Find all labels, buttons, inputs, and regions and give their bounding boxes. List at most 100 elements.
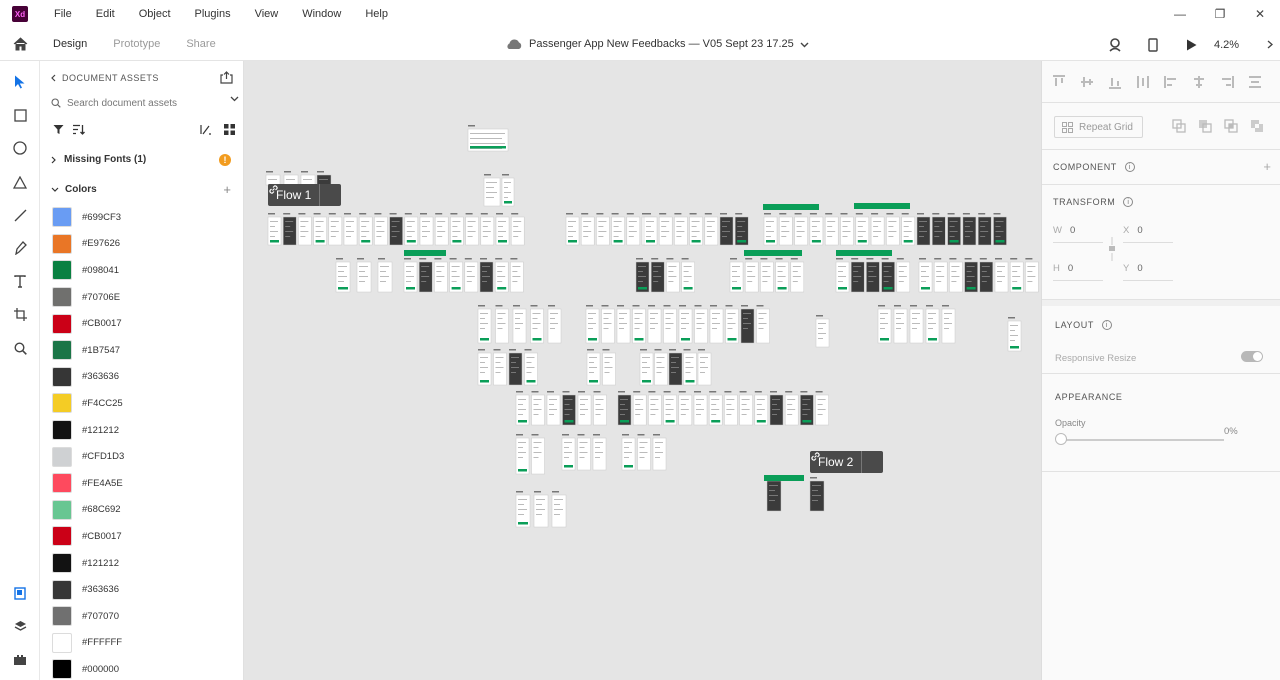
subtract-boolean-icon[interactable] xyxy=(1198,119,1212,133)
artboard-thumbnail[interactable] xyxy=(683,349,697,386)
distribute-vertical-icon[interactable] xyxy=(1136,75,1150,89)
artboard-thumbnail[interactable] xyxy=(515,391,530,426)
menu-plugins[interactable]: Plugins xyxy=(183,0,243,28)
artboard-thumbnail[interactable] xyxy=(933,258,948,293)
artboard-thumbnail[interactable] xyxy=(740,305,755,344)
link-icon[interactable] xyxy=(269,184,341,206)
grid-view-icon[interactable] xyxy=(224,124,235,135)
close-button[interactable]: ✕ xyxy=(1240,0,1280,28)
artboard-thumbnail[interactable] xyxy=(616,305,631,344)
artboard-thumbnail[interactable] xyxy=(652,434,667,471)
color-swatch-row[interactable]: #121212 xyxy=(52,550,237,577)
filter-icon[interactable] xyxy=(53,124,64,135)
zoom-tool[interactable] xyxy=(0,336,40,360)
artboard-thumbnail[interactable] xyxy=(592,434,607,471)
artboard-thumbnail[interactable] xyxy=(647,305,662,344)
artboard-thumbnail[interactable] xyxy=(678,391,693,426)
artboard-thumbnail[interactable] xyxy=(434,213,449,246)
artboard-thumbnail[interactable] xyxy=(593,391,607,426)
align-center-icon[interactable] xyxy=(1192,75,1206,89)
exclude-boolean-icon[interactable] xyxy=(1250,119,1264,133)
zoom-level[interactable]: 4.2% xyxy=(1210,39,1260,51)
color-swatch[interactable] xyxy=(52,207,72,228)
artboard-thumbnail[interactable] xyxy=(467,125,509,152)
artboard-thumbnail[interactable] xyxy=(546,391,561,426)
artboard-thumbnail[interactable] xyxy=(724,391,738,426)
color-swatch-row[interactable]: #CFD1D3 xyxy=(52,443,237,470)
align-left-icon[interactable] xyxy=(1164,75,1178,89)
artboard-thumbnail[interactable] xyxy=(815,315,830,348)
artboard-thumbnail[interactable] xyxy=(531,434,545,475)
select-tool[interactable] xyxy=(0,70,40,94)
artboard-thumbnail[interactable] xyxy=(483,174,501,207)
missing-fonts-row[interactable]: Missing Fonts (1) ! xyxy=(51,154,239,166)
sort-icon[interactable] xyxy=(72,124,85,135)
artboard-thumbnail[interactable] xyxy=(328,213,343,246)
artboard-thumbnail[interactable] xyxy=(886,213,900,246)
artboard-thumbnail[interactable] xyxy=(901,213,915,246)
artboard-thumbnail[interactable] xyxy=(547,305,562,344)
artboard-thumbnail[interactable] xyxy=(530,305,544,344)
artboard-thumbnail[interactable] xyxy=(494,258,509,293)
artboard-thumbnail[interactable] xyxy=(840,213,854,246)
artboard-thumbnail[interactable] xyxy=(298,213,312,246)
menu-edit[interactable]: Edit xyxy=(84,0,127,28)
artboard-thumbnail[interactable] xyxy=(510,213,525,246)
color-swatch[interactable] xyxy=(52,340,72,361)
artboard-thumbnail[interactable] xyxy=(621,434,636,471)
artboard-thumbnail[interactable] xyxy=(626,213,641,246)
artboard-thumbnail[interactable] xyxy=(809,477,825,512)
y-field[interactable]: Y0 xyxy=(1123,263,1143,274)
artboard-thumbnail[interactable] xyxy=(916,213,931,246)
lock-aspect-icon[interactable] xyxy=(1108,237,1116,261)
artboard-thumbnail[interactable] xyxy=(794,213,808,246)
artboard-thumbnail[interactable] xyxy=(994,258,1009,293)
artboard-thumbnail[interactable] xyxy=(866,258,880,293)
artboard-thumbnail[interactable] xyxy=(896,258,911,293)
artboard-thumbnail[interactable] xyxy=(708,391,723,426)
artboard-thumbnail[interactable] xyxy=(1007,317,1022,352)
intersect-boolean-icon[interactable] xyxy=(1224,119,1238,133)
color-swatch-row[interactable]: #68C692 xyxy=(52,497,237,524)
menu-file[interactable]: File xyxy=(42,0,84,28)
artboard-thumbnail[interactable] xyxy=(666,258,680,293)
artboard-thumbnail[interactable] xyxy=(754,391,769,426)
artboard-thumbnail[interactable] xyxy=(586,349,601,386)
artboard-thumbnail[interactable] xyxy=(790,258,805,293)
artboard-thumbnail[interactable] xyxy=(815,391,829,426)
artboard-thumbnail[interactable] xyxy=(561,434,576,471)
repeat-grid-button[interactable]: Repeat Grid xyxy=(1054,116,1143,138)
artboard-thumbnail[interactable] xyxy=(947,213,961,246)
artboard-thumbnail[interactable] xyxy=(577,434,591,471)
artboard-thumbnail[interactable] xyxy=(377,258,393,293)
artboard-thumbnail[interactable] xyxy=(639,349,654,386)
artboard-thumbnail[interactable] xyxy=(824,213,839,246)
color-swatch[interactable] xyxy=(52,366,72,387)
artboard-thumbnail[interactable] xyxy=(760,258,774,293)
artboard-thumbnail[interactable] xyxy=(508,349,523,386)
artboard-thumbnail[interactable] xyxy=(267,213,282,246)
rectangle-tool[interactable] xyxy=(0,103,40,127)
minimize-button[interactable]: — xyxy=(1160,0,1200,28)
color-swatch-row[interactable]: #699CF3 xyxy=(52,204,237,231)
align-top-icon[interactable] xyxy=(1052,75,1066,89)
export-assets-button[interactable] xyxy=(220,71,233,87)
artboard-thumbnail[interactable] xyxy=(835,258,850,293)
line-tool[interactable] xyxy=(0,203,40,227)
artboard-thumbnail[interactable] xyxy=(870,213,885,246)
artboard-thumbnail[interactable] xyxy=(993,213,1007,246)
artboard-thumbnail[interactable] xyxy=(678,305,693,344)
zoom-dropdown[interactable] xyxy=(1260,40,1280,49)
artboard-thumbnail[interactable] xyxy=(632,305,646,344)
artboard-thumbnail[interactable] xyxy=(479,258,494,293)
artboard-thumbnail[interactable] xyxy=(562,391,576,426)
artboard-thumbnail[interactable] xyxy=(403,258,418,293)
artboard-thumbnail[interactable] xyxy=(719,213,734,246)
artboard-thumbnail[interactable] xyxy=(949,258,963,293)
color-swatch-row[interactable]: #363636 xyxy=(52,576,237,603)
artboard-thumbnail[interactable] xyxy=(449,258,463,293)
artboard-thumbnail[interactable] xyxy=(501,174,515,207)
artboard-thumbnail[interactable] xyxy=(756,305,770,344)
color-swatch-row[interactable]: #363636 xyxy=(52,364,237,391)
assets-back[interactable]: DOCUMENT ASSETS xyxy=(51,73,159,83)
